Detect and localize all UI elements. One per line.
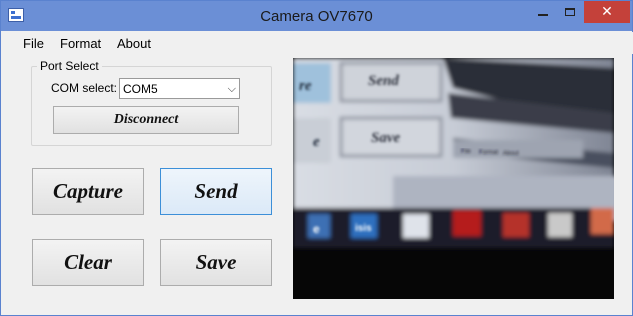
menu-file[interactable]: File <box>23 36 44 51</box>
chevron-down-icon[interactable]: ⌵ <box>228 82 236 96</box>
menu-about[interactable]: About <box>117 36 151 51</box>
preview-send-label: Send <box>368 73 399 89</box>
clear-button[interactable]: Clear <box>32 239 144 286</box>
save-button[interactable]: Save <box>160 239 272 286</box>
preview-taskbar-ie: e <box>313 222 320 236</box>
capture-button[interactable]: Capture <box>32 168 144 215</box>
menu-bar: File Format About <box>2 32 633 54</box>
minimize-icon <box>537 14 548 16</box>
title-bar[interactable]: Camera OV7670 ✕ <box>1 1 632 31</box>
com-select-value: COM5 <box>123 82 158 96</box>
camera-preview-image: Send Save re e File Format About e isis <box>293 58 614 299</box>
camera-preview: Send Save re e File Format About e isis <box>293 58 614 299</box>
send-button[interactable]: Send <box>160 168 272 215</box>
close-icon: ✕ <box>601 4 613 20</box>
minimize-button[interactable] <box>529 1 556 23</box>
preview-menu-format: Format <box>479 150 498 156</box>
preview-partial-top-label: re <box>299 78 312 94</box>
port-select-title: Port Select <box>37 59 102 73</box>
maximize-button[interactable] <box>556 1 583 23</box>
close-button[interactable]: ✕ <box>584 1 630 23</box>
disconnect-button[interactable]: Disconnect <box>53 106 239 134</box>
preview-menu-file: File <box>461 149 471 155</box>
maximize-icon <box>564 8 575 16</box>
com-select-dropdown[interactable]: COM5 ⌵ <box>119 78 240 99</box>
com-select-label: COM select: <box>51 81 118 95</box>
app-window: Camera OV7670 ✕ File Format About Port S… <box>0 0 633 316</box>
preview-taskbar-isis: isis <box>355 223 372 234</box>
menu-format[interactable]: Format <box>60 36 101 51</box>
preview-save-label: Save <box>371 130 401 146</box>
preview-menu-about: About <box>503 151 519 157</box>
preview-partial-mid-label: e <box>313 134 320 150</box>
